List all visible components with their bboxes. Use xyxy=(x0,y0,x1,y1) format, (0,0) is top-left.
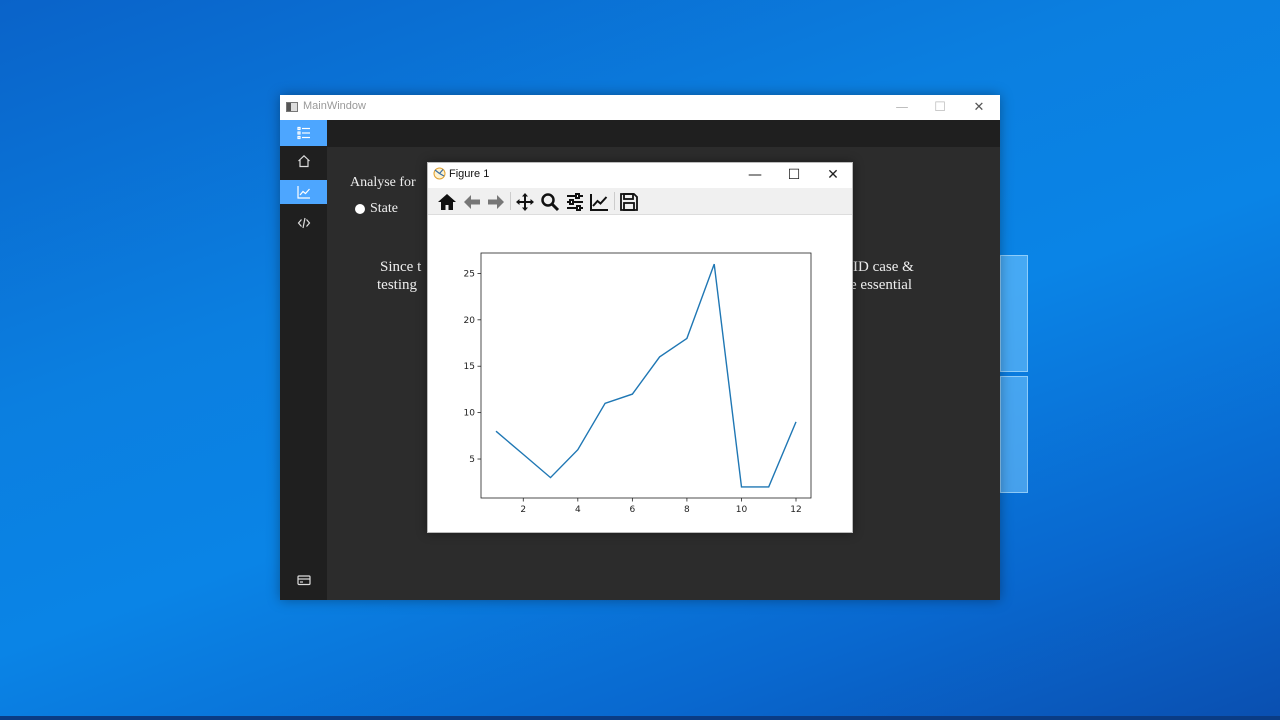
paragraph-line2-right: e essential xyxy=(850,277,913,293)
state-radio-button[interactable] xyxy=(355,204,365,214)
minimize-button[interactable]: — xyxy=(883,95,921,120)
x-tick-label: 6 xyxy=(629,505,635,515)
configure-subplots-button[interactable] xyxy=(564,191,586,213)
sidebar-item-menu[interactable] xyxy=(280,120,327,146)
save-button[interactable] xyxy=(618,191,640,213)
paragraph-line1-left: Since t xyxy=(380,259,422,275)
sidebar-item-card[interactable] xyxy=(280,567,327,593)
sidebar-item-chart[interactable] xyxy=(280,180,327,204)
figure-toolbar xyxy=(428,188,852,215)
back-arrow-icon xyxy=(464,195,480,209)
figure-window: Figure 1 — ☐ ✕ 5 10 15 20 25 2 4 6 8 10 … xyxy=(427,162,853,533)
list-icon xyxy=(296,126,310,140)
x-tick-label: 8 xyxy=(684,505,690,515)
analyse-label: Analyse for xyxy=(350,175,416,190)
y-tick-label: 10 xyxy=(464,409,476,419)
forward-arrow-icon xyxy=(488,195,504,209)
desktop-windows-logo xyxy=(1000,255,1030,495)
pan-button[interactable] xyxy=(514,191,536,213)
figure-maximize-button[interactable]: ☐ xyxy=(775,163,813,187)
pan-icon xyxy=(516,193,534,211)
card-icon xyxy=(296,575,311,586)
content-header-band xyxy=(327,120,1000,147)
maximize-button[interactable]: ☐ xyxy=(921,95,959,120)
y-tick-label: 15 xyxy=(464,362,475,372)
forward-button[interactable] xyxy=(485,191,507,213)
state-radio-label[interactable]: State xyxy=(370,201,398,217)
edit-axis-button[interactable] xyxy=(588,191,610,213)
y-tick-label: 5 xyxy=(469,455,475,465)
save-icon xyxy=(620,193,638,211)
code-icon xyxy=(297,217,310,229)
x-tick-label: 12 xyxy=(790,505,801,515)
figure-window-titlebar[interactable]: Figure 1 — ☐ ✕ xyxy=(428,163,852,187)
line-chart: 5 10 15 20 25 2 4 6 8 10 12 xyxy=(464,252,812,515)
toolbar-separator xyxy=(510,192,511,210)
figure-window-title: Figure 1 xyxy=(449,168,490,180)
figure-close-button[interactable]: ✕ xyxy=(814,163,852,187)
toolbar-separator xyxy=(614,192,615,210)
main-window-title: MainWindow xyxy=(303,100,366,112)
configure-subplots-icon xyxy=(567,193,583,211)
home-icon xyxy=(438,194,456,210)
zoom-button[interactable] xyxy=(539,191,561,213)
zoom-icon xyxy=(541,193,560,212)
sidebar-item-home[interactable] xyxy=(280,148,327,174)
paragraph-line2-left: testing xyxy=(377,277,417,293)
paragraph-line1-right: ID case & xyxy=(853,259,914,275)
chart-icon xyxy=(296,186,310,199)
close-button[interactable]: ✕ xyxy=(960,95,998,120)
x-tick-label: 10 xyxy=(736,505,748,515)
edit-axis-icon xyxy=(590,194,608,211)
x-tick-label: 4 xyxy=(575,505,581,515)
sidebar xyxy=(280,120,327,600)
y-tick-label: 20 xyxy=(464,316,476,326)
figure-minimize-button[interactable]: — xyxy=(736,163,774,187)
back-button[interactable] xyxy=(461,191,483,213)
matplotlib-icon xyxy=(433,167,446,180)
y-tick-label: 25 xyxy=(464,269,475,279)
main-window-titlebar[interactable]: MainWindow — ☐ ✕ xyxy=(280,95,1000,121)
x-tick-label: 2 xyxy=(520,505,526,515)
taskbar-edge xyxy=(0,716,1280,720)
home-icon xyxy=(297,154,310,168)
home-button[interactable] xyxy=(436,191,458,213)
app-icon xyxy=(286,102,298,112)
sidebar-item-code[interactable] xyxy=(280,210,327,236)
